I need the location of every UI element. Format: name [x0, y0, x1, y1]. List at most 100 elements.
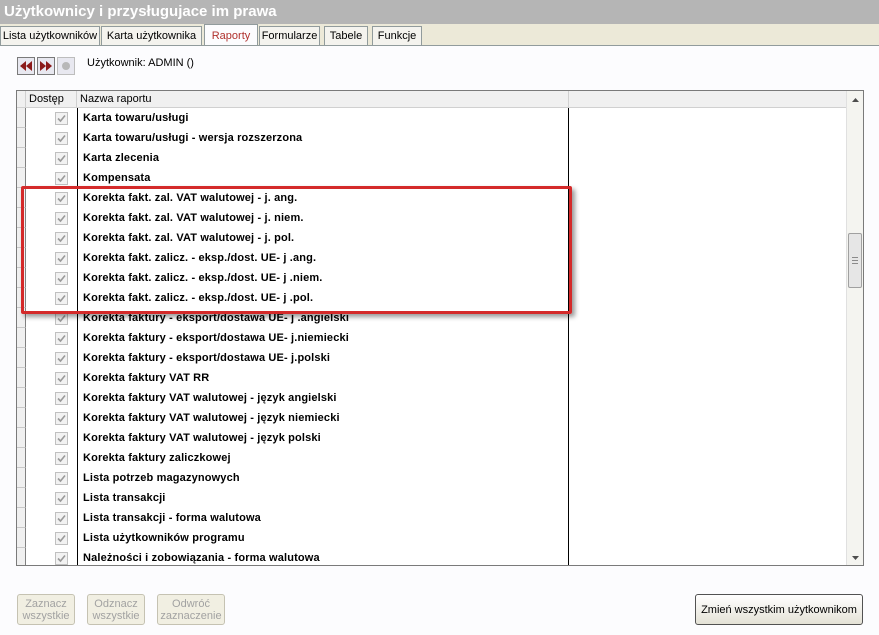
invert-selection-button[interactable]: Odwróć zaznaczenie — [157, 594, 225, 625]
access-checkbox[interactable] — [55, 232, 68, 245]
table-row[interactable]: Korekta faktury - eksport/dostawa UE- j.… — [17, 348, 847, 368]
access-cell — [26, 488, 77, 508]
access-checkbox[interactable] — [55, 252, 68, 265]
access-checkbox[interactable] — [55, 332, 68, 345]
button-label-line2: wszystkie — [92, 609, 140, 622]
access-checkbox[interactable] — [55, 492, 68, 505]
access-checkbox[interactable] — [55, 472, 68, 485]
table-row[interactable]: Korekta faktury VAT walutowej - język an… — [17, 388, 847, 408]
tab-user-card[interactable]: Karta użytkownika — [101, 26, 202, 46]
access-cell — [26, 188, 77, 208]
row-indicator[interactable] — [17, 228, 26, 248]
row-indicator[interactable] — [17, 408, 26, 428]
table-row[interactable]: Korekta faktury VAT RR — [17, 368, 847, 388]
row-indicator[interactable] — [17, 388, 26, 408]
scroll-up-button[interactable] — [847, 91, 863, 107]
deselect-all-button[interactable]: Odznacz wszystkie — [87, 594, 145, 625]
access-checkbox[interactable] — [55, 392, 68, 405]
row-indicator[interactable] — [17, 428, 26, 448]
row-indicator[interactable] — [17, 488, 26, 508]
row-indicator[interactable] — [17, 108, 26, 128]
table-row[interactable]: Korekta fakt. zal. VAT walutowej - j. ni… — [17, 208, 847, 228]
row-indicator[interactable] — [17, 308, 26, 328]
access-checkbox[interactable] — [55, 292, 68, 305]
row-indicator[interactable] — [17, 548, 26, 565]
row-indicator[interactable] — [17, 188, 26, 208]
stop-button[interactable] — [57, 57, 75, 75]
access-checkbox[interactable] — [55, 212, 68, 225]
row-indicator[interactable] — [17, 148, 26, 168]
button-label-line2: wszystkie — [22, 609, 70, 622]
table-row[interactable]: Korekta faktury - eksport/dostawa UE- j.… — [17, 328, 847, 348]
apply-to-all-users-button[interactable]: Zmień wszystkim użytkownikom — [695, 594, 863, 625]
row-indicator[interactable] — [17, 468, 26, 488]
row-indicator[interactable] — [17, 288, 26, 308]
column-header-name[interactable]: Nazwa raportu — [77, 91, 569, 108]
access-checkbox[interactable] — [55, 512, 68, 525]
table-row[interactable]: Karta towaru/usługi - wersja rozszerzona — [17, 128, 847, 148]
table-row[interactable]: Lista użytkowników programu — [17, 528, 847, 548]
access-checkbox[interactable] — [55, 172, 68, 185]
scroll-down-button[interactable] — [847, 549, 863, 565]
row-indicator[interactable] — [17, 268, 26, 288]
table-row[interactable]: Karta towaru/usługi — [17, 108, 847, 128]
access-checkbox[interactable] — [55, 132, 68, 145]
tab-reports[interactable]: Raporty — [204, 24, 258, 46]
tab-user-list[interactable]: Lista użytkowników — [0, 26, 100, 46]
table-row[interactable]: Korekta faktury VAT walutowej - język po… — [17, 428, 847, 448]
tab-tables[interactable]: Tabele — [324, 26, 368, 46]
report-name: Karta towaru/usługi - wersja rozszerzona — [77, 128, 569, 148]
report-name: Korekta fakt. zalicz. - eksp./dost. UE- … — [77, 268, 569, 288]
select-all-button[interactable]: Zaznacz wszystkie — [17, 594, 75, 625]
table-row[interactable]: Korekta fakt. zalicz. - eksp./dost. UE- … — [17, 288, 847, 308]
table-row[interactable]: Kompensata — [17, 168, 847, 188]
row-indicator[interactable] — [17, 128, 26, 148]
row-indicator[interactable] — [17, 368, 26, 388]
row-indicator[interactable] — [17, 508, 26, 528]
row-indicator[interactable] — [17, 168, 26, 188]
table-row[interactable]: Korekta faktury zaliczkowej — [17, 448, 847, 468]
table-row[interactable]: Korekta fakt. zalicz. - eksp./dost. UE- … — [17, 248, 847, 268]
access-cell — [26, 468, 77, 488]
access-checkbox[interactable] — [55, 272, 68, 285]
column-header-access[interactable]: Dostęp — [26, 91, 77, 108]
table-row[interactable]: Korekta faktury VAT walutowej - język ni… — [17, 408, 847, 428]
access-cell — [26, 528, 77, 548]
row-indicator[interactable] — [17, 348, 26, 368]
table-row[interactable]: Lista potrzeb magazynowych — [17, 468, 847, 488]
row-indicator[interactable] — [17, 328, 26, 348]
tab-forms[interactable]: Formularze — [259, 26, 320, 46]
scroll-thumb[interactable] — [848, 233, 862, 288]
access-cell — [26, 428, 77, 448]
row-indicator[interactable] — [17, 208, 26, 228]
table-row[interactable]: Korekta faktury - eksport/dostawa UE- j … — [17, 308, 847, 328]
access-checkbox[interactable] — [55, 452, 68, 465]
access-checkbox[interactable] — [55, 152, 68, 165]
access-checkbox[interactable] — [55, 552, 68, 565]
access-checkbox[interactable] — [55, 432, 68, 445]
access-checkbox[interactable] — [55, 412, 68, 425]
access-checkbox[interactable] — [55, 372, 68, 385]
tab-label: Formularze — [261, 30, 318, 42]
row-indicator[interactable] — [17, 248, 26, 268]
tab-label: Karta użytkownika — [106, 30, 197, 42]
access-checkbox[interactable] — [55, 312, 68, 325]
row-indicator-header — [17, 91, 26, 108]
tab-functions[interactable]: Funkcje — [372, 26, 422, 46]
access-checkbox[interactable] — [55, 532, 68, 545]
table-row[interactable]: Korekta fakt. zalicz. - eksp./dost. UE- … — [17, 268, 847, 288]
table-row[interactable]: Lista transakcji — [17, 488, 847, 508]
row-indicator[interactable] — [17, 448, 26, 468]
access-checkbox[interactable] — [55, 352, 68, 365]
table-row[interactable]: Korekta fakt. zal. VAT walutowej - j. po… — [17, 228, 847, 248]
access-checkbox[interactable] — [55, 112, 68, 125]
table-row[interactable]: Karta zlecenia — [17, 148, 847, 168]
next-record-button[interactable] — [37, 57, 55, 75]
access-checkbox[interactable] — [55, 192, 68, 205]
table-row[interactable]: Lista transakcji - forma walutowa — [17, 508, 847, 528]
table-row[interactable]: Korekta fakt. zal. VAT walutowej - j. an… — [17, 188, 847, 208]
table-row[interactable]: Należności i zobowiązania - forma waluto… — [17, 548, 847, 565]
row-indicator[interactable] — [17, 528, 26, 548]
vertical-scrollbar[interactable] — [846, 91, 863, 565]
first-record-button[interactable] — [17, 57, 35, 75]
